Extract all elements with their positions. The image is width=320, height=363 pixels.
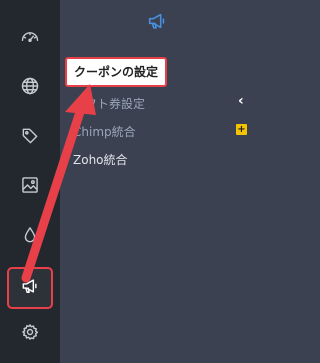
sidebar-item-tags[interactable] bbox=[8, 118, 52, 158]
droplet-icon bbox=[20, 225, 40, 249]
icon-sidebar bbox=[0, 0, 61, 363]
megaphone-icon bbox=[20, 276, 40, 300]
submenu-item-zoho-integration[interactable]: Zoho統合 bbox=[73, 151, 128, 168]
sidebar-item-dashboard[interactable] bbox=[8, 19, 52, 59]
dashboard-gauge-icon bbox=[20, 27, 40, 51]
plus-badge: + bbox=[236, 124, 247, 135]
megaphone-icon bbox=[146, 10, 168, 32]
gear-icon bbox=[20, 322, 40, 346]
sidebar-item-appearance[interactable] bbox=[8, 217, 52, 257]
globe-icon bbox=[20, 76, 40, 100]
sidebar-item-media[interactable] bbox=[8, 167, 52, 207]
sidebar-item-settings[interactable] bbox=[8, 314, 52, 354]
image-icon bbox=[20, 175, 40, 199]
sidebar-item-web[interactable] bbox=[8, 68, 52, 108]
marketing-submenu: クーポンの設定 ギフト券設定 Chimp統合 Zoho統合 ‹ + bbox=[60, 0, 253, 363]
tag-icon bbox=[20, 126, 40, 150]
submenu-item-coupon-settings[interactable]: クーポンの設定 bbox=[64, 57, 168, 87]
collapse-chevron-icon[interactable]: ‹ bbox=[238, 94, 250, 108]
app-window: クーポンの設定 ギフト券設定 Chimp統合 Zoho統合 ‹ + bbox=[0, 0, 253, 363]
sidebar-item-marketing[interactable] bbox=[7, 267, 53, 309]
submenu-item-gift-card-settings[interactable]: ギフト券設定 bbox=[73, 95, 145, 112]
submenu-item-mailchimp-integration[interactable]: Chimp統合 bbox=[73, 123, 136, 140]
